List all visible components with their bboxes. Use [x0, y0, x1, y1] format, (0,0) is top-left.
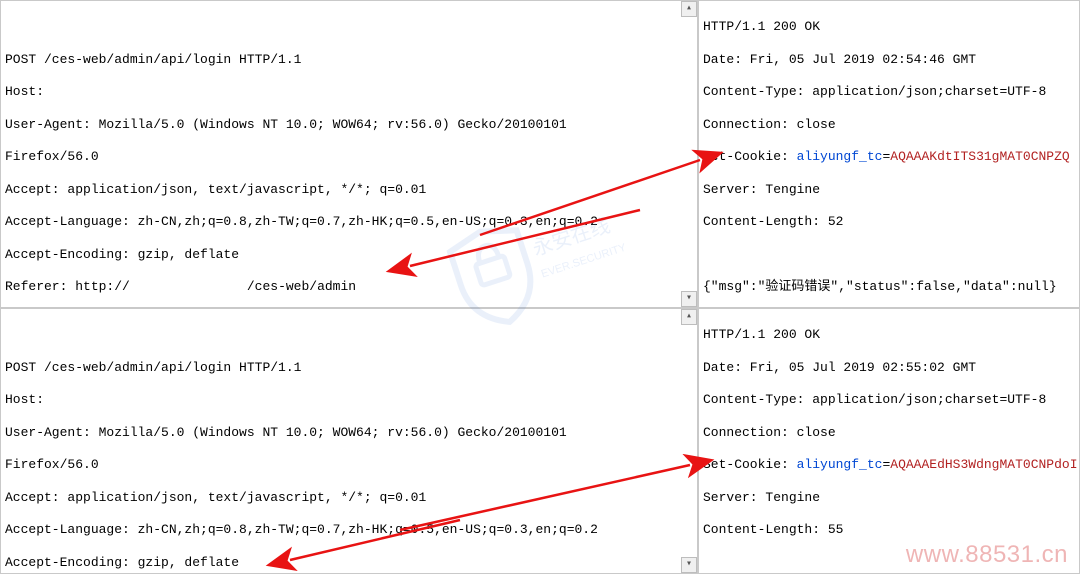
- user-agent-header: User-Agent: Mozilla/5.0 (Windows NT 10.0…: [5, 117, 677, 133]
- accept-encoding-header: Accept-Encoding: gzip, deflate: [5, 555, 677, 571]
- date-header: Date: Fri, 05 Jul 2019 02:55:02 GMT: [703, 360, 1075, 376]
- host-header: Host:: [5, 84, 677, 100]
- date-header: Date: Fri, 05 Jul 2019 02:54:46 GMT: [703, 52, 1075, 68]
- content-type-header: Content-Type: application/json;charset=U…: [703, 392, 1075, 408]
- content-length-header: Content-Length: 52: [703, 214, 1075, 230]
- set-cookie-header: Set-Cookie: aliyungf_tc=AQAAAKdtITS31gMA…: [703, 149, 1075, 165]
- accept-language-header: Accept-Language: zh-CN,zh;q=0.8,zh-TW;q=…: [5, 522, 677, 538]
- user-agent-header-2: Firefox/56.0: [5, 457, 677, 473]
- server-header: Server: Tengine: [703, 490, 1075, 506]
- request-line: POST /ces-web/admin/api/login HTTP/1.1: [5, 360, 677, 376]
- host-header: Host:: [5, 392, 677, 408]
- scroll-down-icon[interactable]: ▾: [681, 291, 697, 307]
- response-pane-top[interactable]: HTTP/1.1 200 OK Date: Fri, 05 Jul 2019 0…: [698, 0, 1080, 308]
- content-length-header: Content-Length: 55: [703, 522, 1075, 538]
- accept-language-header: Accept-Language: zh-CN,zh;q=0.8,zh-TW;q=…: [5, 214, 677, 230]
- response-pane-bottom[interactable]: HTTP/1.1 200 OK Date: Fri, 05 Jul 2019 0…: [698, 308, 1080, 574]
- connection-header: Connection: close: [703, 117, 1075, 133]
- user-agent-header: User-Agent: Mozilla/5.0 (Windows NT 10.0…: [5, 425, 677, 441]
- accept-header: Accept: application/json, text/javascrip…: [5, 182, 677, 198]
- blank-line: [703, 247, 1075, 263]
- request-pane-bottom[interactable]: ▴ ▾ POST /ces-web/admin/api/login HTTP/1…: [0, 308, 698, 574]
- set-cookie-header: Set-Cookie: aliyungf_tc=AQAAAEdHS3WdngMA…: [703, 457, 1075, 473]
- server-header: Server: Tengine: [703, 182, 1075, 198]
- referer-header: Referer: http:// /ces-web/admin: [5, 279, 677, 295]
- request-pane-top[interactable]: ▴ ▾ POST /ces-web/admin/api/login HTTP/1…: [0, 0, 698, 308]
- watermark-url: www.88531.cn: [906, 540, 1068, 570]
- connection-header: Connection: close: [703, 425, 1075, 441]
- scroll-down-icon[interactable]: ▾: [681, 557, 697, 573]
- scroll-up-icon[interactable]: ▴: [681, 1, 697, 17]
- status-line: HTTP/1.1 200 OK: [703, 19, 1075, 35]
- request-line: POST /ces-web/admin/api/login HTTP/1.1: [5, 52, 677, 68]
- accept-encoding-header: Accept-Encoding: gzip, deflate: [5, 247, 677, 263]
- scroll-up-icon[interactable]: ▴: [681, 309, 697, 325]
- accept-header: Accept: application/json, text/javascrip…: [5, 490, 677, 506]
- content-type-header: Content-Type: application/json;charset=U…: [703, 84, 1075, 100]
- status-line: HTTP/1.1 200 OK: [703, 327, 1075, 343]
- response-body: {"msg":"验证码错误","status":false,"data":nul…: [703, 279, 1075, 295]
- user-agent-header-2: Firefox/56.0: [5, 149, 677, 165]
